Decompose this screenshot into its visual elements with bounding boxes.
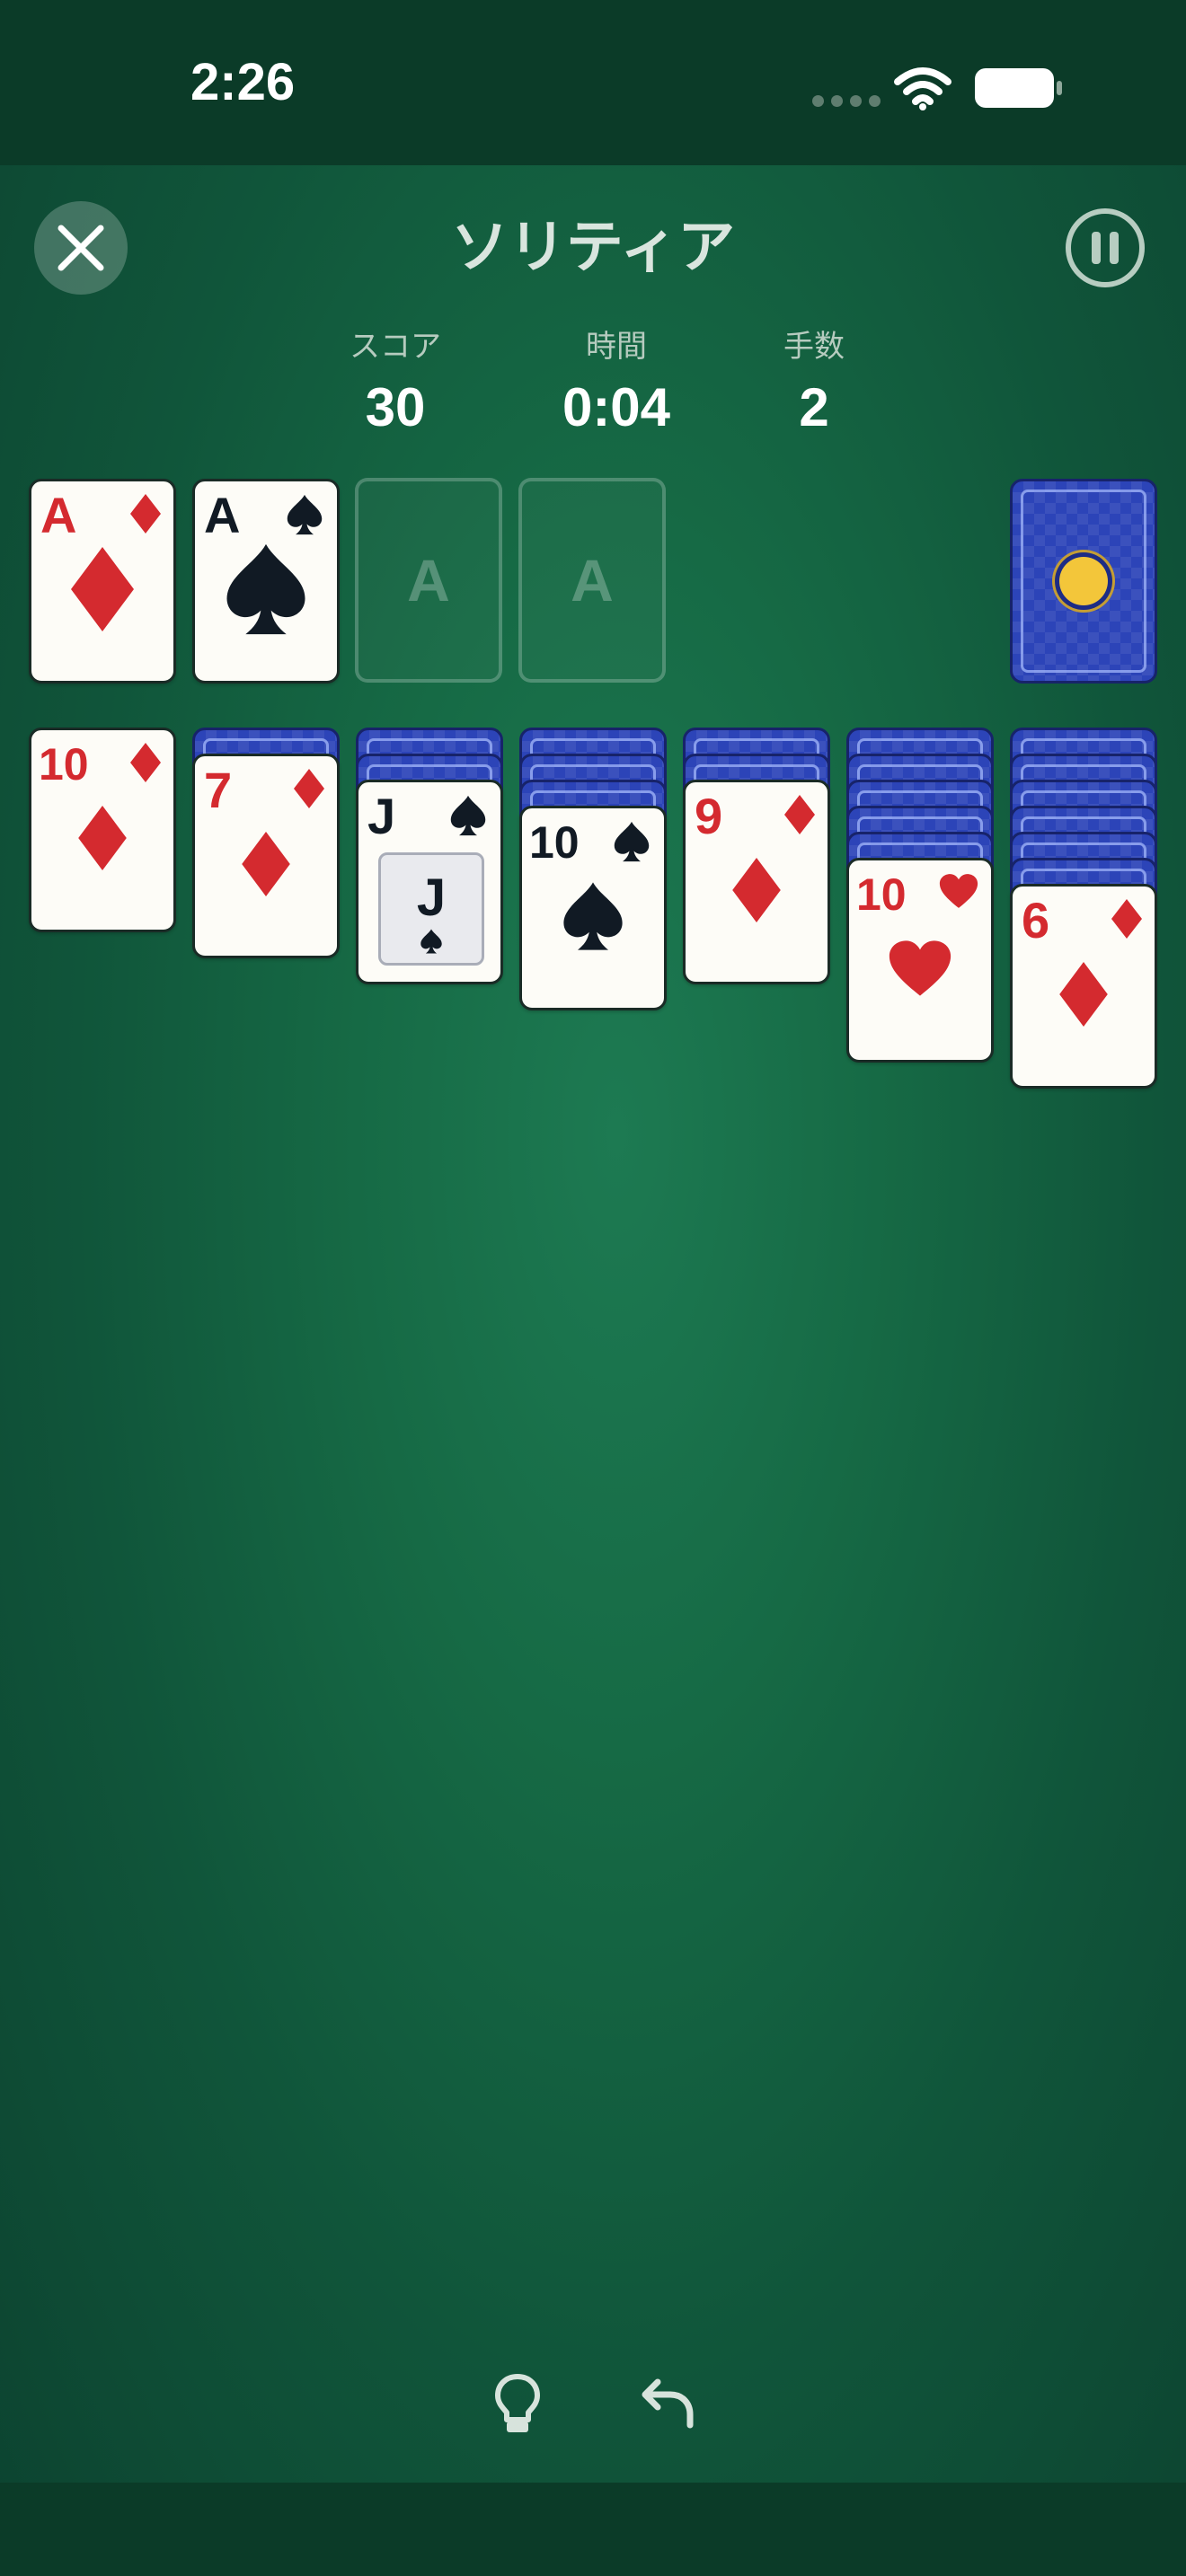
foundation-empty-slot[interactable]: A	[355, 478, 502, 683]
pause-button[interactable]	[1066, 208, 1145, 287]
stat-moves-label: 手数	[783, 329, 845, 365]
card-rank: A	[204, 487, 241, 543]
tableau-5-nine-of-diamonds[interactable]: 9	[683, 780, 830, 984]
stat-moves: 手数 2	[715, 325, 913, 442]
page-title: ソリティア	[450, 215, 736, 281]
card-rank: J	[367, 788, 396, 844]
card-back-emblem-icon	[1059, 557, 1108, 605]
foundation-ace-of-diamonds[interactable]: A	[29, 479, 176, 684]
diamond-icon	[294, 769, 324, 808]
diamond-icon	[71, 546, 134, 631]
stock-pile[interactable]	[1010, 479, 1157, 684]
diamond-icon	[732, 857, 781, 922]
bottom-toolbar	[0, 2371, 1186, 2461]
heart-icon	[939, 874, 978, 908]
tableau-4-ten-of-spades[interactable]: 10	[519, 806, 667, 1010]
diamond-icon	[242, 831, 290, 896]
spade-icon	[287, 494, 323, 535]
foundation-ace-of-spades[interactable]: A	[192, 479, 340, 684]
home-indicator-area	[0, 2483, 1186, 2576]
solitaire-screen: 2:26 ソリティア スコア 30 時間 0:04 手数 2 A A A A 1…	[0, 0, 1186, 2576]
hint-button[interactable]	[491, 2371, 544, 2439]
diamond-icon	[78, 805, 127, 870]
lightbulb-icon	[495, 2374, 540, 2432]
cellular-signal-icon	[812, 95, 881, 107]
diamond-icon	[784, 795, 815, 834]
heart-icon	[889, 940, 951, 996]
undo-arrow-icon	[642, 2378, 694, 2429]
card-rank: 9	[695, 788, 723, 844]
spade-icon	[420, 929, 442, 954]
diamond-icon	[1059, 961, 1108, 1027]
spade-icon	[614, 821, 650, 862]
stat-score: スコア 30	[296, 325, 494, 442]
card-rank: 10	[39, 739, 89, 790]
tableau-1-ten-of-diamonds[interactable]: 10	[29, 728, 176, 932]
spade-icon	[450, 795, 486, 836]
tableau-7-six-of-diamonds[interactable]: 6	[1010, 884, 1157, 1089]
card-rank: 7	[204, 762, 233, 818]
diamond-icon	[1111, 899, 1142, 939]
spade-icon	[563, 882, 623, 950]
diamond-icon	[130, 743, 161, 782]
diamond-icon	[130, 494, 161, 534]
card-rank: 10	[856, 869, 907, 920]
spade-icon	[226, 543, 305, 634]
card-rank: 6	[1022, 892, 1050, 948]
close-button[interactable]	[34, 201, 128, 295]
stat-time: 時間 0:04	[518, 325, 715, 442]
stat-time-label: 時間	[586, 329, 647, 365]
stat-time-value: 0:04	[562, 377, 671, 437]
card-rank: A	[40, 487, 77, 543]
wifi-icon	[894, 67, 951, 110]
close-icon	[58, 225, 104, 271]
undo-button[interactable]	[640, 2375, 697, 2436]
face-card-letter: J	[416, 869, 447, 927]
status-time: 2:26	[190, 53, 296, 111]
stat-moves-value: 2	[799, 377, 829, 437]
tableau-6-ten-of-hearts[interactable]: 10	[846, 858, 994, 1063]
stat-score-label: スコア	[350, 329, 441, 365]
tableau-2-seven-of-diamonds[interactable]: 7	[192, 754, 340, 958]
card-rank: 10	[529, 817, 580, 868]
face-card-art: J	[378, 852, 484, 966]
battery-icon	[975, 68, 1062, 108]
stat-score-value: 30	[365, 377, 426, 437]
tableau-3-jack-of-spades[interactable]: J J	[356, 780, 503, 984]
status-bar: 2:26	[0, 0, 1186, 165]
pause-icon	[1092, 232, 1101, 264]
foundation-empty-slot[interactable]: A	[518, 478, 666, 683]
